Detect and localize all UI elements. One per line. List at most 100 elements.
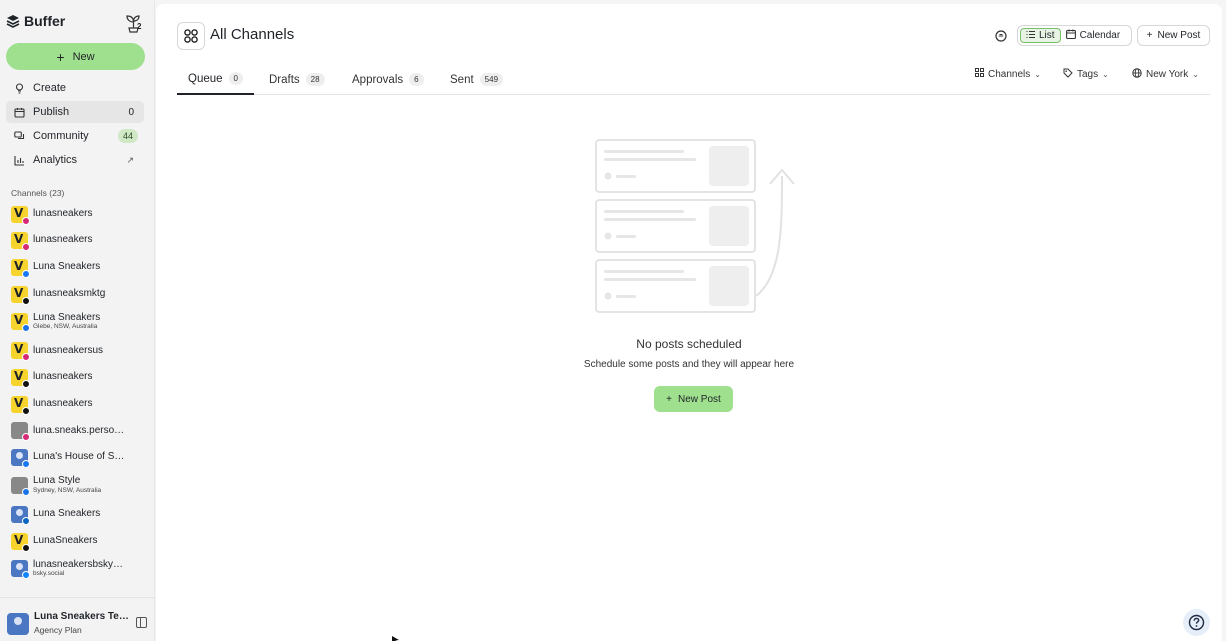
- channel-item[interactable]: lunasneakers: [11, 367, 151, 389]
- threads-icon: [22, 406, 30, 415]
- channel-item[interactable]: lunasneakers: [11, 393, 151, 415]
- lightbulb-icon: [14, 82, 25, 94]
- x-icon: [22, 296, 30, 305]
- new-button-label: New: [72, 50, 95, 63]
- all-channels-icon[interactable]: [177, 22, 205, 50]
- tab-drafts[interactable]: Drafts 28: [269, 64, 325, 95]
- new-button[interactable]: + New: [6, 43, 145, 70]
- grid-icon: [975, 68, 984, 80]
- channel-name: lunasneakers: [33, 207, 93, 219]
- channel-item[interactable]: Luna Style Sydney, NSW, Australia: [11, 473, 151, 497]
- channel-avatar: [11, 422, 30, 442]
- tiktok-icon: [22, 380, 30, 388]
- chevron-down-icon: ⌄: [1102, 69, 1109, 79]
- bar-chart-icon: [14, 155, 25, 166]
- channel-avatar: [11, 232, 30, 252]
- channel-name: lunasneakersbsky…: [33, 558, 124, 570]
- sidebar-item-community[interactable]: Community 44: [6, 125, 144, 147]
- channel-item[interactable]: lunasneakersbsky… bsky.social: [11, 557, 151, 581]
- x-icon: [22, 543, 30, 552]
- tags-filter[interactable]: Tags ⌄: [1063, 67, 1109, 81]
- page-title: All Channels: [210, 26, 295, 43]
- avatar: [7, 613, 29, 635]
- channel-name: Luna Sneakers: [33, 261, 101, 273]
- plus-icon: +: [56, 48, 65, 65]
- new-post-label: New Post: [1157, 30, 1201, 41]
- buffer-logo[interactable]: Buffer: [6, 12, 65, 30]
- user-menu[interactable]: Luna Sneakers Te… Agency Plan: [0, 597, 155, 641]
- channel-item[interactable]: lunasneakersus: [11, 340, 151, 362]
- logo-text: Buffer: [24, 13, 66, 29]
- tab-label: Sent: [450, 73, 474, 86]
- instagram-icon: [22, 243, 30, 252]
- tab-sent[interactable]: Sent 549: [450, 64, 504, 95]
- tab-label: Drafts: [269, 73, 300, 86]
- chevron-down-icon: ⌄: [1192, 69, 1199, 79]
- channels-filter[interactable]: Channels ⌄: [975, 67, 1041, 81]
- tags-filter-label: Tags: [1077, 68, 1099, 80]
- channel-avatar: [11, 505, 30, 525]
- channel-name: lunasneaksmktg: [33, 287, 106, 299]
- channel-item[interactable]: Luna Sneakers: [11, 503, 151, 525]
- channel-item[interactable]: lunasneaksmktg: [11, 283, 151, 305]
- tab-queue[interactable]: Queue 0: [177, 64, 254, 95]
- channel-text: LunaSneakers: [33, 535, 98, 547]
- channel-item[interactable]: LunaSneakers: [11, 530, 151, 552]
- instagram-icon: [22, 433, 30, 442]
- channel-item[interactable]: lunasneakers: [11, 203, 151, 225]
- channel-text: lunasneakersbsky… bsky.social: [33, 558, 124, 578]
- channel-text: Luna Style Sydney, NSW, Australia: [33, 476, 101, 494]
- user-name: Luna Sneakers Te…: [34, 611, 129, 622]
- channel-text: Luna Sneakers: [33, 509, 100, 520]
- publish-count: 0: [128, 106, 134, 118]
- chat-icon[interactable]: [994, 29, 1008, 43]
- facebook-icon: [22, 460, 30, 469]
- sidebar-item-publish[interactable]: Publish 0: [6, 101, 144, 123]
- channel-name: Luna Sneakers: [33, 508, 101, 520]
- sprout-icon[interactable]: [123, 12, 145, 34]
- new-post-button[interactable]: + New Post: [1137, 25, 1210, 46]
- channel-avatar: [11, 369, 30, 388]
- channel-item[interactable]: Luna Sneakers: [11, 256, 151, 278]
- empty-new-post-button[interactable]: + New Post: [654, 386, 733, 412]
- channel-location: Glebe, NSW, Australia: [33, 323, 98, 331]
- channel-name: Luna's House of S…: [33, 451, 125, 463]
- help-button[interactable]: [1183, 609, 1210, 636]
- collapse-sidebar-icon[interactable]: [136, 617, 147, 628]
- community-count-badge: 44: [117, 129, 138, 143]
- channel-item[interactable]: Luna SneakersGlebe, NSW, Australia: [11, 310, 151, 334]
- channel-text: luna.sneaks.perso…: [33, 425, 124, 437]
- sidebar-item-label: Community: [33, 130, 89, 142]
- calendar-view-label: Calendar: [1079, 30, 1121, 41]
- tag-icon: [1063, 68, 1073, 81]
- tab-count: 6: [409, 73, 424, 86]
- tab-approvals[interactable]: Approvals 6: [352, 64, 424, 95]
- sidebar-item-create[interactable]: Create: [6, 77, 144, 99]
- view-toggle: List Calendar: [1017, 25, 1132, 46]
- empty-state-subtitle: Schedule some posts and they will appear…: [583, 359, 795, 370]
- sidebar-item-analytics[interactable]: Analytics ↗: [6, 149, 144, 171]
- channel-text: lunasneakers: [33, 235, 92, 246]
- channel-item[interactable]: Luna's House of S…: [11, 447, 151, 469]
- linkedin-icon: [22, 516, 30, 525]
- channel-avatar: [11, 449, 30, 469]
- external-link-icon: ↗: [126, 154, 134, 165]
- channel-text: lunasneakers: [33, 207, 93, 220]
- sidebar-item-label: Publish: [33, 106, 70, 118]
- channel-avatar: [11, 342, 30, 362]
- channel-location: bsky.social: [33, 570, 65, 578]
- calendar-view-button[interactable]: Calendar: [1061, 28, 1126, 43]
- channel-item[interactable]: lunasneakers: [11, 230, 151, 252]
- calendar-icon: [14, 107, 25, 118]
- channels-header: Channels (23): [11, 188, 65, 198]
- channel-avatar: [11, 285, 30, 305]
- timezone-filter[interactable]: New York ⌄: [1132, 67, 1199, 81]
- channel-text: lunasneakersus: [33, 345, 103, 357]
- channels-filter-label: Channels: [988, 68, 1031, 80]
- channel-name: Luna Sneakers: [33, 311, 101, 323]
- main-panel: All Channels List Calendar + New Post Qu…: [156, 4, 1222, 641]
- list-view-button[interactable]: List: [1020, 28, 1061, 43]
- channel-item[interactable]: luna.sneaks.perso…: [11, 420, 151, 442]
- channel-text: Luna Sneakers Glebe, NSW, Australia: [33, 311, 101, 331]
- channel-avatar: [11, 560, 30, 580]
